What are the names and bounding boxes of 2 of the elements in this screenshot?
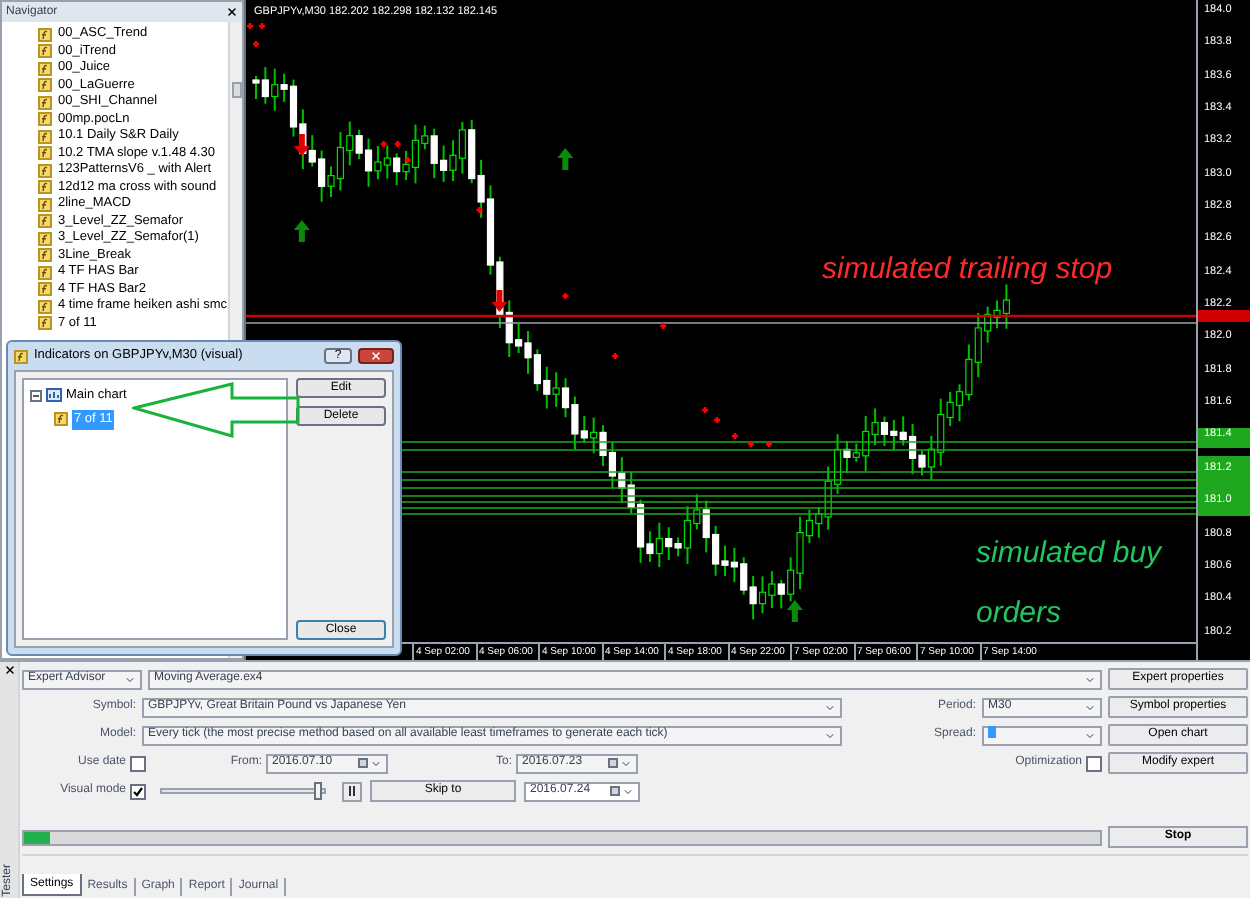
annotation-text: simulated trailing stop: [822, 250, 1113, 290]
annotation-text: simulated buy orders: [976, 534, 1165, 634]
